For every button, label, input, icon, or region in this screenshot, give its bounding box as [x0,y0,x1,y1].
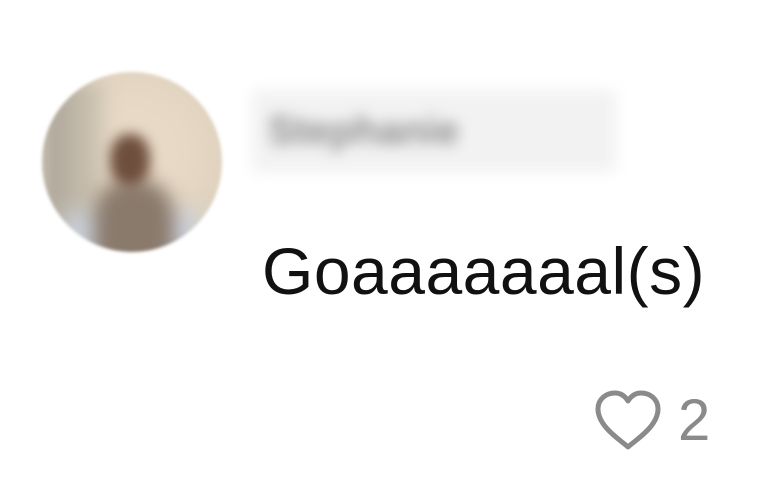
like-count: 2 [678,388,711,453]
avatar-figure-body [94,180,174,252]
comment-item: Stephanie Goaaaaaaal(s) 2 [0,0,760,503]
heart-outline-icon[interactable] [592,389,664,453]
avatar[interactable] [42,72,222,252]
avatar-figure-head [110,134,150,186]
username-blurred[interactable]: Stephanie [252,90,616,172]
comment-text: Goaaaaaaal(s) [262,234,706,308]
like-button[interactable]: 2 [592,386,710,456]
